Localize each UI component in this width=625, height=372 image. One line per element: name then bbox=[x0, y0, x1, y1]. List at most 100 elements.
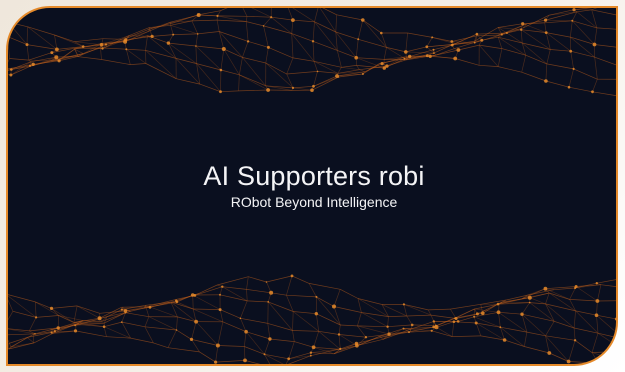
network-line bbox=[546, 49, 551, 64]
network-node bbox=[505, 32, 508, 34]
network-line bbox=[217, 321, 224, 346]
banner-title: AI Supporters robi bbox=[203, 161, 425, 191]
network-node bbox=[431, 36, 434, 39]
network-line bbox=[246, 276, 249, 290]
network-line bbox=[246, 289, 272, 294]
network-line bbox=[170, 24, 198, 35]
network-line bbox=[357, 325, 390, 335]
network-line bbox=[336, 14, 363, 21]
network-line bbox=[479, 64, 499, 67]
network-line bbox=[239, 74, 266, 87]
network-line bbox=[573, 68, 598, 80]
network-node bbox=[475, 32, 479, 36]
network-line bbox=[176, 78, 200, 85]
network-node bbox=[172, 33, 175, 36]
network-node bbox=[263, 353, 266, 356]
network-line bbox=[388, 315, 407, 317]
network-line bbox=[333, 343, 357, 355]
network-line bbox=[477, 34, 499, 37]
network-line bbox=[147, 35, 177, 59]
network-node bbox=[432, 320, 435, 323]
network-line bbox=[101, 59, 131, 65]
network-node bbox=[214, 360, 218, 364]
network-line bbox=[267, 323, 293, 331]
network-line bbox=[362, 19, 387, 48]
network-node bbox=[614, 317, 616, 321]
network-node bbox=[544, 31, 548, 34]
network-line bbox=[36, 315, 59, 318]
network-line bbox=[35, 301, 59, 316]
network-line bbox=[288, 352, 311, 360]
network-node bbox=[386, 325, 389, 328]
network-node bbox=[311, 345, 316, 350]
network-line bbox=[451, 321, 455, 337]
network-line bbox=[217, 276, 249, 286]
network-line bbox=[357, 298, 383, 305]
network-line bbox=[286, 73, 294, 89]
network-node bbox=[239, 317, 242, 320]
network-line bbox=[544, 22, 547, 33]
network-node bbox=[354, 341, 359, 346]
network-node bbox=[408, 54, 412, 59]
network-line bbox=[267, 323, 271, 340]
network-node bbox=[453, 56, 458, 61]
network-line bbox=[216, 20, 220, 32]
network-line bbox=[126, 48, 146, 51]
network-wave-bottom bbox=[8, 274, 616, 364]
network-line bbox=[35, 301, 52, 309]
network-line bbox=[592, 79, 598, 92]
network-line bbox=[168, 42, 196, 47]
network-node bbox=[124, 38, 128, 42]
network-line bbox=[573, 310, 576, 329]
network-line bbox=[170, 25, 174, 35]
network-line bbox=[26, 44, 57, 50]
network-line bbox=[8, 337, 28, 344]
network-node bbox=[456, 48, 461, 52]
network-node bbox=[262, 25, 265, 27]
network-line bbox=[451, 35, 478, 42]
network-line bbox=[596, 315, 599, 334]
banner-subtitle: RObot Beyond Intelligence bbox=[230, 194, 398, 210]
network-line bbox=[125, 312, 149, 318]
network-line bbox=[316, 296, 335, 307]
network-line bbox=[591, 9, 616, 16]
network-line bbox=[271, 292, 287, 296]
network-node bbox=[314, 312, 318, 316]
network-line bbox=[287, 8, 294, 21]
network-line bbox=[455, 58, 480, 66]
network-line bbox=[100, 47, 102, 60]
network-line bbox=[74, 38, 104, 43]
network-node bbox=[425, 45, 429, 49]
network-line bbox=[338, 334, 341, 350]
network-node bbox=[402, 327, 405, 330]
network-line bbox=[597, 284, 602, 302]
network-line bbox=[406, 314, 431, 317]
network-node bbox=[219, 90, 222, 94]
network-node bbox=[102, 325, 106, 329]
network-line bbox=[596, 314, 616, 320]
network-line bbox=[292, 311, 294, 331]
network-line bbox=[264, 338, 271, 355]
network-node bbox=[450, 43, 454, 47]
network-node bbox=[309, 351, 313, 354]
network-node bbox=[572, 67, 575, 70]
network-node bbox=[74, 324, 76, 327]
network-node bbox=[527, 295, 532, 300]
network-line bbox=[148, 316, 177, 331]
network-node bbox=[104, 43, 108, 46]
network-node bbox=[101, 47, 104, 50]
network-line bbox=[450, 308, 457, 319]
network-line bbox=[195, 45, 224, 50]
network-line bbox=[219, 294, 248, 302]
network-line bbox=[594, 56, 616, 66]
network-line bbox=[242, 8, 248, 17]
network-node bbox=[594, 313, 599, 318]
network-node bbox=[246, 40, 250, 43]
network-line bbox=[596, 279, 616, 284]
network-node bbox=[404, 50, 408, 54]
network-line bbox=[523, 332, 528, 347]
network-line bbox=[217, 345, 245, 347]
network-node bbox=[450, 40, 454, 43]
network-line bbox=[313, 60, 342, 68]
network-line bbox=[286, 57, 294, 75]
